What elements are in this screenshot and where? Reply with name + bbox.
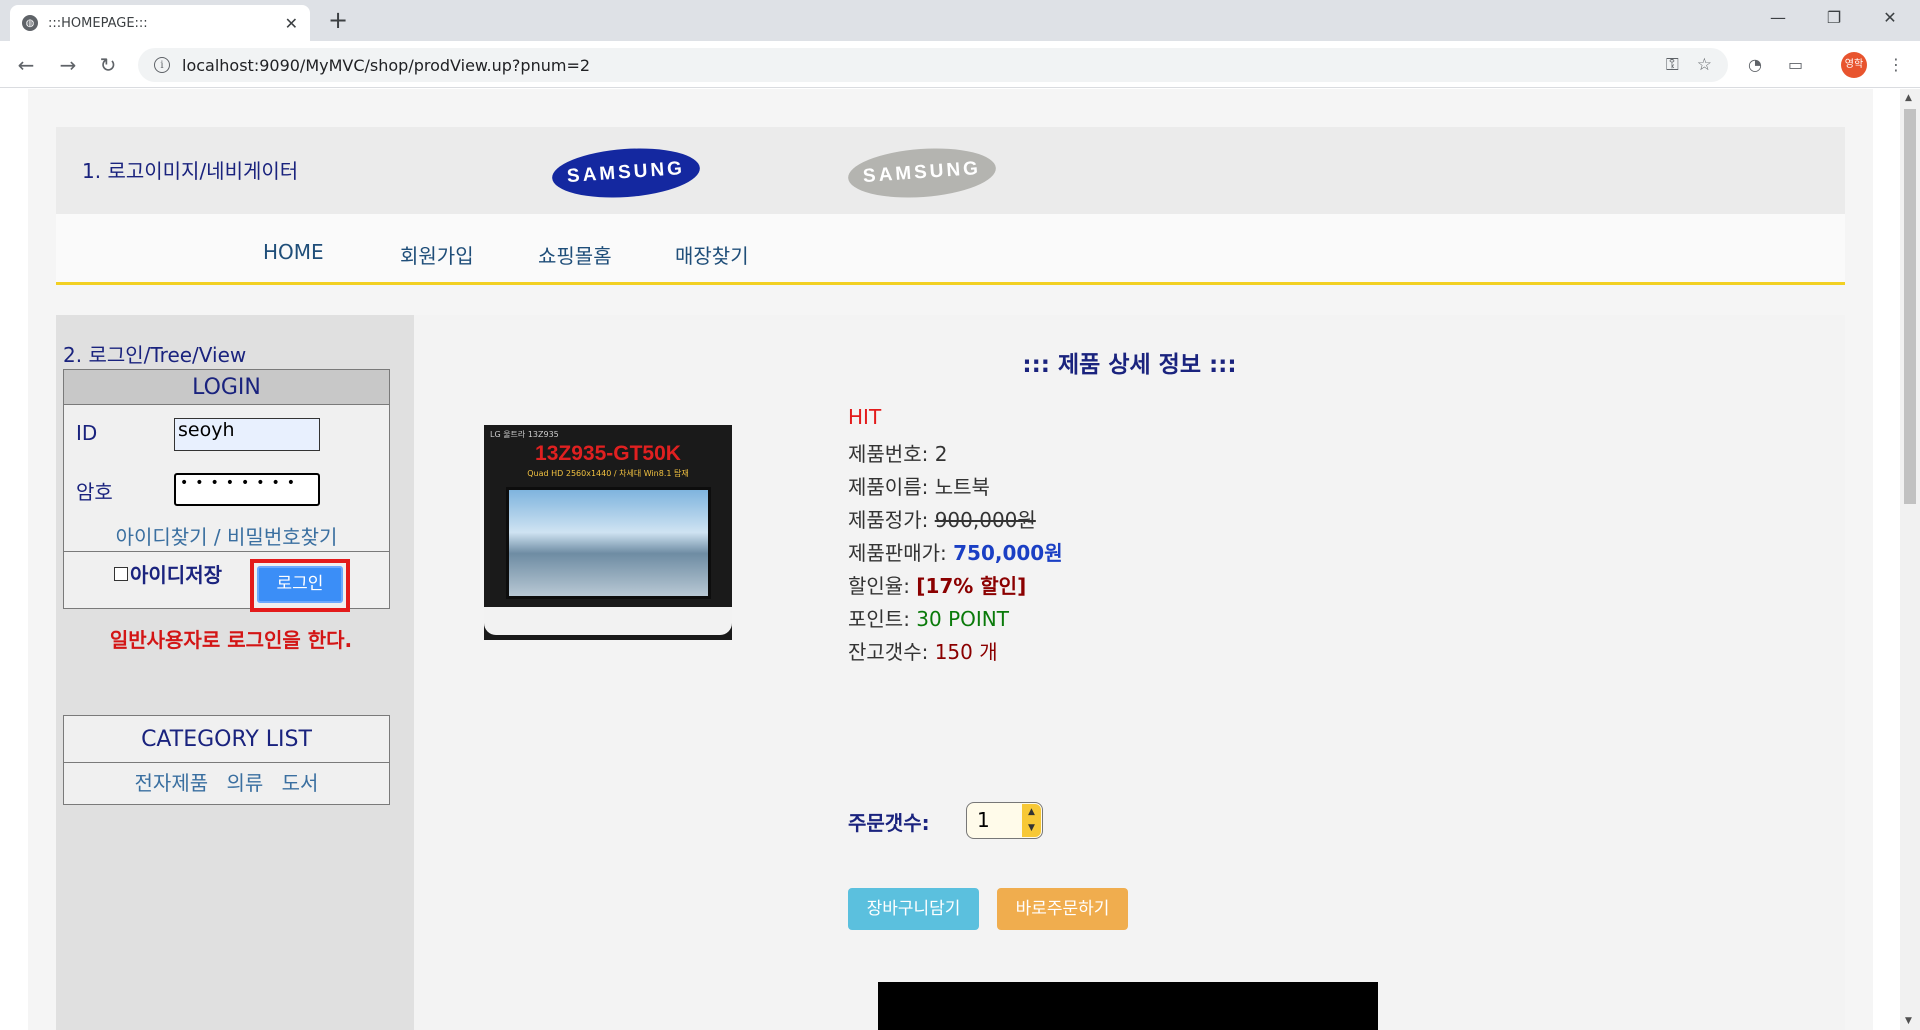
password-label: 암호 — [76, 480, 113, 504]
reload-icon[interactable]: ↻ — [94, 51, 122, 79]
product-image: LG 울트라 13Z935 13Z935-GT50K Quad HD 2560x… — [484, 425, 732, 640]
laptop-screen-graphic — [506, 487, 711, 599]
product-name-value: 노트북 — [934, 475, 990, 499]
browser-toolbar: ← → ↻ i localhost:9090/MyMVC/shop/prodVi… — [0, 41, 1920, 88]
nav-shop-home[interactable]: 쇼핑몰홈 — [538, 240, 612, 269]
id-input[interactable]: seoyh — [174, 418, 320, 451]
new-tab-button[interactable]: + — [324, 6, 352, 34]
add-to-cart-button[interactable]: 장바구니담기 — [848, 888, 979, 930]
point-label: 포인트: — [848, 607, 917, 631]
find-links-separator: / — [207, 525, 228, 549]
login-button[interactable]: 로그인 — [257, 566, 343, 603]
login-message: 일반사용자로 로그인을 한다. — [109, 628, 353, 652]
cast-icon[interactable]: ▭ — [1788, 55, 1803, 74]
page-viewport: 1. 로고이미지/네비게이터 SAMSUNG SAMSUNG HOME 회원가입… — [0, 89, 1900, 1030]
product-name-row: 제품이름: 노트북 — [848, 471, 990, 500]
save-id-label: 아이디저장 — [130, 563, 222, 587]
scroll-thumb[interactable] — [1904, 109, 1916, 504]
browser-tab-strip: ◍ :::HOMEPAGE::: ✕ + — ❐ ✕ — [0, 0, 1920, 41]
quantity-label: 주문갯수: — [848, 811, 930, 835]
find-id-link[interactable]: 아이디찾기 — [116, 525, 208, 549]
point-value: 30 POINT — [916, 607, 1009, 631]
browser-tab[interactable]: ◍ :::HOMEPAGE::: ✕ — [10, 5, 310, 41]
nav-signup[interactable]: 회원가입 — [400, 240, 474, 269]
category-list: 전자제품 의류 도서 — [64, 763, 389, 803]
product-number-label: 제품번호: — [848, 442, 935, 466]
discount-value: [17% 할인] — [916, 574, 1027, 598]
kebab-menu-icon[interactable]: ⋮ — [1888, 55, 1904, 74]
category-box: CATEGORY LIST 전자제품 의류 도서 — [63, 715, 390, 805]
samsung-logo-blue[interactable]: SAMSUNG — [550, 143, 702, 203]
image-sub-text: Quad HD 2560x1440 / 차세대 Win8.1 탑재 — [527, 469, 689, 478]
main-content: ::: 제품 상세 정보 ::: LG 울트라 13Z935 13Z935-GT… — [414, 315, 1845, 1030]
scroll-up-icon[interactable]: ▲ — [1905, 93, 1912, 103]
address-bar[interactable]: i localhost:9090/MyMVC/shop/prodView.up?… — [138, 48, 1728, 82]
sale-price-label: 제품판매가: — [848, 541, 954, 565]
url-text[interactable]: localhost:9090/MyMVC/shop/prodView.up?pn… — [182, 56, 1648, 75]
page-title: ::: 제품 상세 정보 ::: — [1022, 352, 1237, 378]
category-clothing[interactable]: 의류 — [226, 771, 263, 795]
find-account-links: 아이디찾기 / 비밀번호찾기 — [64, 521, 389, 550]
samsung-logo-gray[interactable]: SAMSUNG — [846, 143, 998, 203]
sidebar-title: 2. 로그인/Tree/View — [63, 343, 247, 367]
tab-title: :::HOMEPAGE::: — [48, 15, 148, 31]
page-scrollbar[interactable]: ▲ ▼ — [1900, 89, 1920, 1030]
close-tab-icon[interactable]: ✕ — [285, 14, 298, 33]
buy-now-button[interactable]: 바로주문하기 — [997, 888, 1128, 930]
restore-window-icon[interactable]: ❐ — [1806, 0, 1862, 36]
stock-row: 잔고갯수: 150 개 — [848, 636, 998, 665]
save-id-checkbox[interactable] — [114, 567, 128, 581]
product-number-row: 제품번호: 2 — [848, 438, 947, 467]
info-icon[interactable]: i — [154, 57, 170, 73]
find-password-link[interactable]: 비밀번호찾기 — [227, 525, 337, 549]
minimize-window-icon[interactable]: — — [1750, 0, 1806, 36]
quantity-stepper[interactable]: ▲ ▼ — [1022, 804, 1041, 837]
password-input[interactable]: •••••••• — [174, 473, 320, 506]
image-model-text: 13Z935-GT50K — [535, 442, 681, 465]
star-icon[interactable]: ☆ — [1697, 55, 1712, 75]
nav-store-finder[interactable]: 매장찾기 — [675, 240, 749, 269]
product-number-value: 2 — [934, 442, 948, 466]
point-row: 포인트: 30 POINT — [848, 603, 1009, 632]
category-books[interactable]: 도서 — [282, 771, 319, 795]
page-container: 1. 로고이미지/네비게이터 SAMSUNG SAMSUNG HOME 회원가입… — [28, 89, 1873, 1030]
login-box: LOGIN ID seoyh 암호 •••••••• 아이디찾기 / 비밀번호찾… — [63, 369, 390, 612]
key-icon[interactable]: ⚿ — [1666, 55, 1679, 75]
globe-icon: ◍ — [22, 15, 38, 31]
sale-price-value: 750,000원 — [953, 541, 1063, 565]
category-electronics[interactable]: 전자제품 — [135, 771, 209, 795]
product-price-value: 900,000원 — [934, 508, 1036, 532]
close-window-icon[interactable]: ✕ — [1862, 0, 1918, 36]
product-price-row: 제품정가: 900,000원 — [848, 504, 1036, 533]
login-divider — [64, 551, 389, 552]
laptop-base-graphic — [484, 607, 732, 635]
arrow-left-icon[interactable]: ← — [12, 51, 40, 79]
arrow-right-icon[interactable]: → — [54, 51, 82, 79]
stock-label: 잔고갯수: — [848, 640, 935, 664]
scroll-down-icon[interactable]: ▼ — [1905, 1016, 1912, 1026]
login-heading: LOGIN — [64, 370, 389, 405]
extension-icon[interactable]: ◔ — [1748, 55, 1762, 74]
image-brand-text: LG 울트라 13Z935 — [490, 430, 559, 439]
top-navigation: HOME 회원가입 쇼핑몰홈 매장찾기 — [56, 214, 1845, 285]
sale-price-row: 제품판매가: 750,000원 — [848, 537, 1063, 566]
product-name-label: 제품이름: — [848, 475, 935, 499]
stock-value: 150 개 — [934, 640, 998, 664]
category-heading: CATEGORY LIST — [64, 716, 389, 763]
sidebar: 2. 로그인/Tree/View LOGIN ID seoyh 암호 •••••… — [56, 315, 414, 1030]
id-label: ID — [76, 421, 98, 445]
product-spec: HIT — [848, 405, 882, 429]
nav-home[interactable]: HOME — [263, 240, 324, 264]
site-header: 1. 로고이미지/네비게이터 SAMSUNG SAMSUNG — [56, 127, 1845, 214]
product-video[interactable] — [878, 982, 1378, 1030]
discount-row: 할인율: [17% 할인] — [848, 570, 1026, 599]
discount-label: 할인율: — [848, 574, 917, 598]
header-label: 1. 로고이미지/네비게이터 — [82, 159, 299, 183]
product-price-label: 제품정가: — [848, 508, 935, 532]
profile-avatar[interactable]: 영학 — [1841, 52, 1867, 78]
